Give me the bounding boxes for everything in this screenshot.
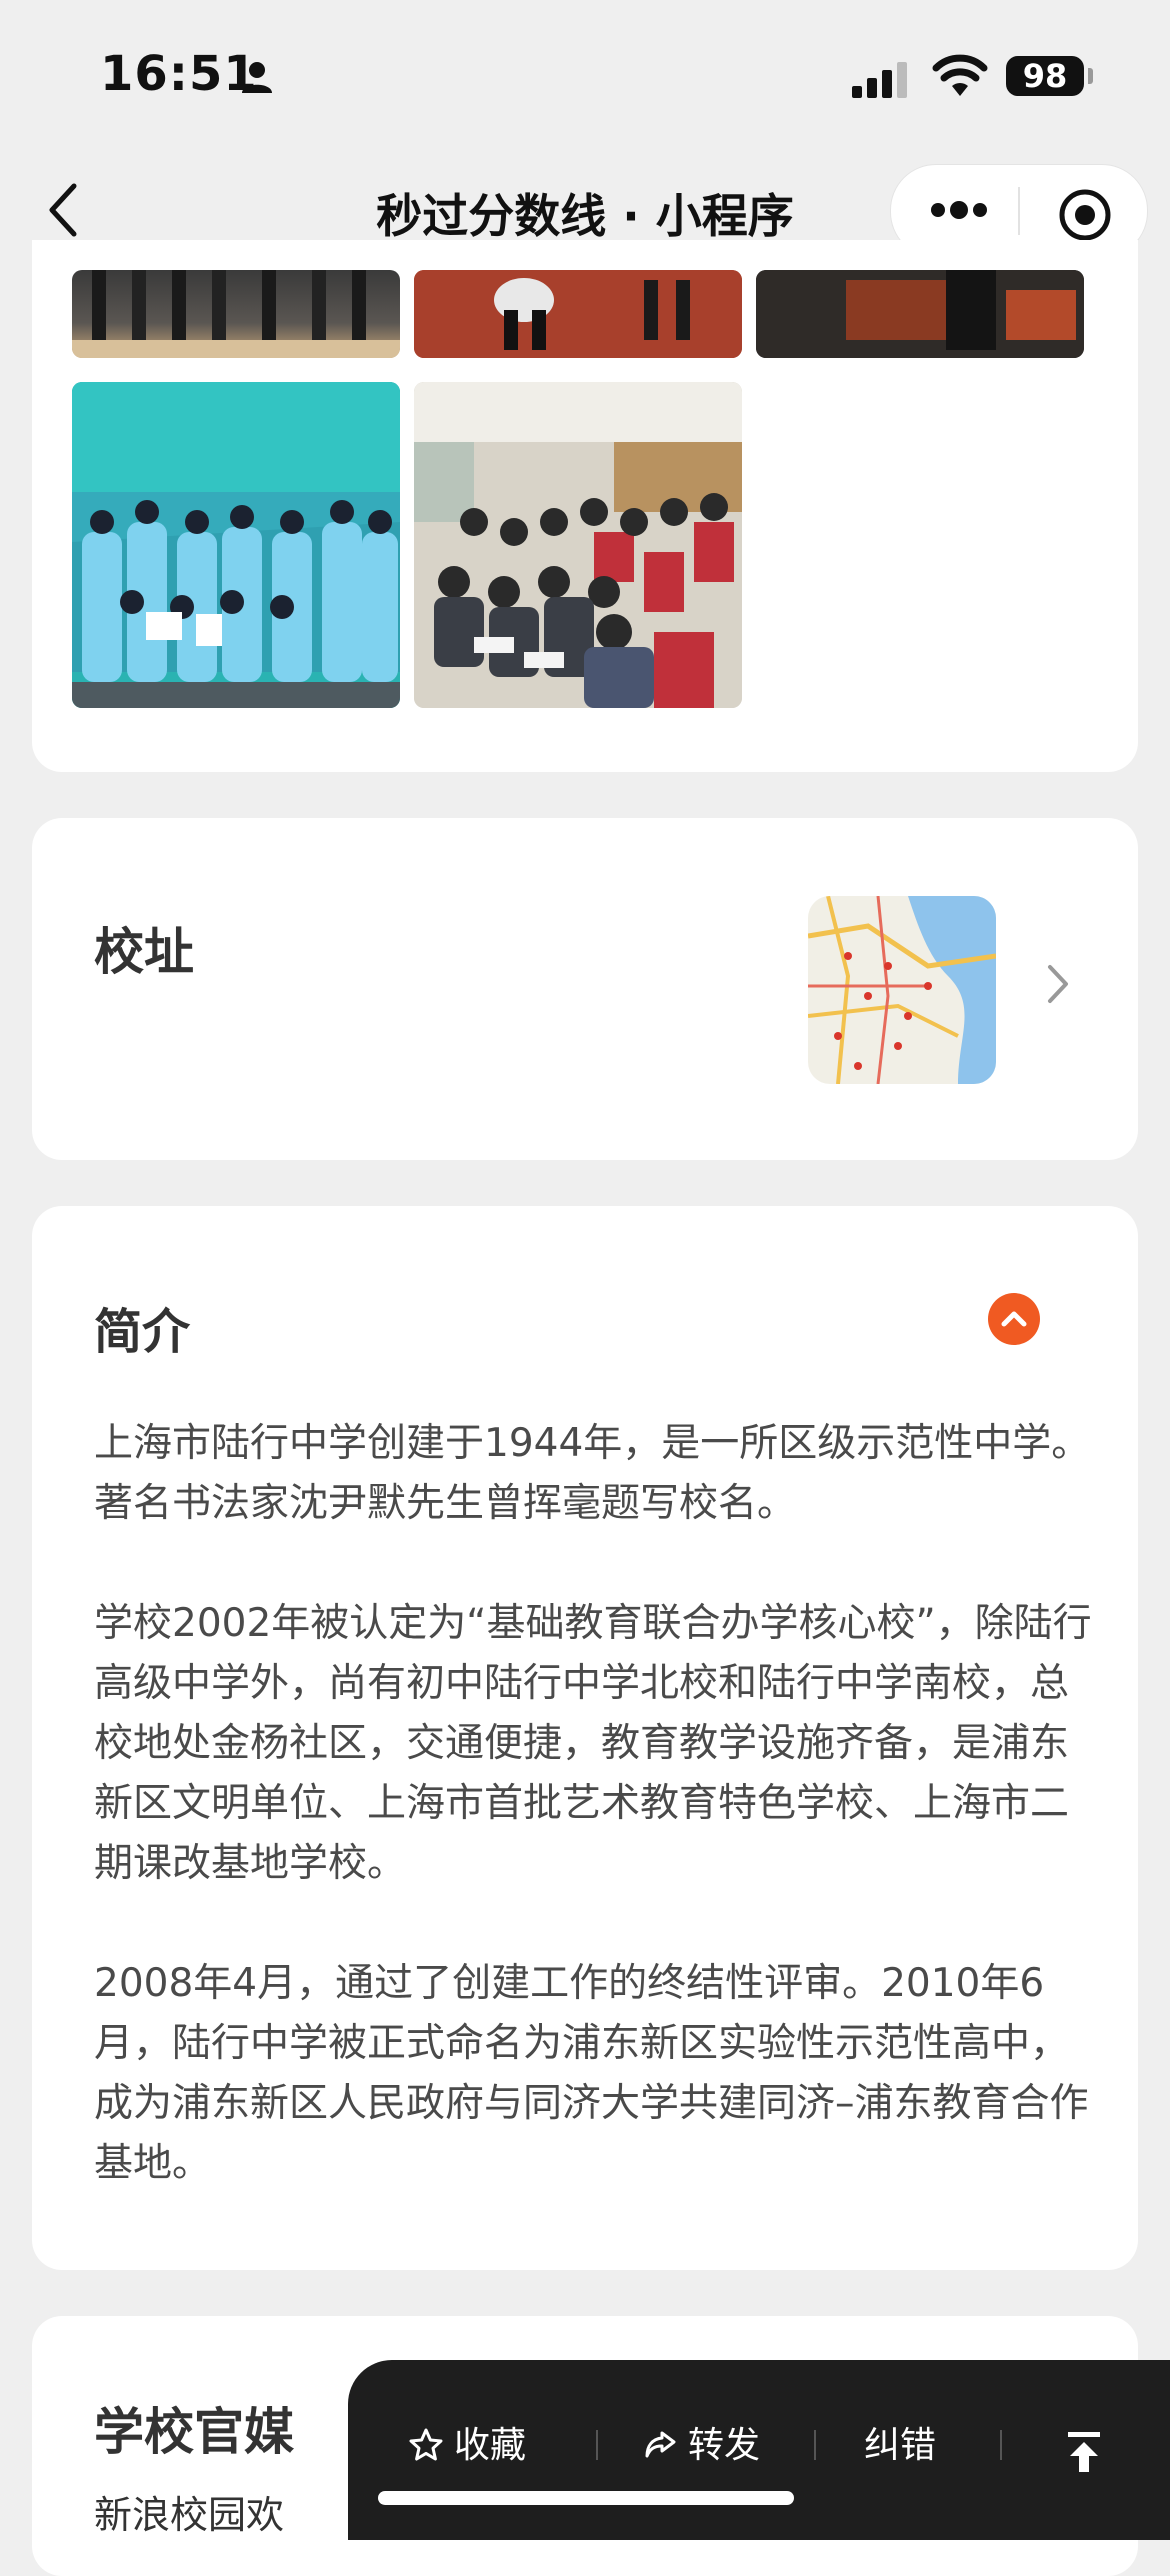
- intro-paragraph: 2008年4月，通过了创建工作的终结性评审。2010年6月，陆行中学被正式命名为…: [94, 1961, 1089, 2186]
- status-time: 16:51: [100, 46, 258, 102]
- capsule-divider: [1018, 187, 1020, 235]
- intro-body: 上海市陆行中学创建于1944年，是一所区级示范性中学。著名书法家沈尹默先生曾挥毫…: [94, 1414, 1104, 2254]
- media-list-item[interactable]: 新浪校园欢: [94, 2484, 284, 2539]
- gallery-photo-content: [72, 382, 400, 708]
- map-thumbnail[interactable]: [808, 896, 996, 1084]
- battery-indicator: 98: [1006, 56, 1084, 96]
- gallery-photo[interactable]: [414, 382, 742, 708]
- intro-title: 简介: [94, 1304, 191, 1360]
- gallery-photo-content: [414, 382, 742, 708]
- wifi-icon: [932, 54, 988, 96]
- bar-separator: [596, 2430, 598, 2460]
- intro-paragraph: 上海市陆行中学创建于1944年，是一所区级示范性中学。著名书法家沈尹默先生曾挥毫…: [94, 1421, 1091, 1526]
- gallery-photo[interactable]: [72, 382, 400, 708]
- star-icon: [409, 2428, 443, 2461]
- gallery-photo[interactable]: [414, 270, 742, 358]
- share-icon: [645, 2431, 676, 2458]
- share-label: 转发: [688, 2425, 761, 2466]
- collapse-button[interactable]: [988, 1293, 1040, 1345]
- gallery-photo[interactable]: [756, 270, 1084, 358]
- correct-label: 纠错: [864, 2425, 937, 2466]
- person-icon: [242, 62, 272, 93]
- intro-card: 简介 上海市陆行中学创建于1944年，是一所区级示范性中学。著名书法家沈尹默先生…: [32, 1206, 1138, 2270]
- bar-separator: [1000, 2430, 1002, 2460]
- mini-close-icon[interactable]: [1057, 187, 1113, 243]
- school-media-title: 学校官媒: [94, 2403, 294, 2461]
- gallery-photo-content: [414, 270, 742, 358]
- address-title: 校址: [94, 923, 194, 981]
- bottom-action-bar: 收藏 转发 纠错: [348, 2360, 1170, 2540]
- address-card[interactable]: 校址: [32, 818, 1138, 1160]
- map-image: [808, 896, 996, 1084]
- gallery-card: [32, 240, 1138, 772]
- more-icon[interactable]: [929, 195, 989, 225]
- share-button[interactable]: 转发: [642, 2418, 760, 2474]
- intro-paragraph: 学校2002年被认定为“基础教育联合办学核心校”，除陆行高级中学外，尚有初中陆行…: [94, 1601, 1092, 1886]
- chevron-right-icon[interactable]: [1046, 963, 1070, 1005]
- bar-separator: [814, 2430, 816, 2460]
- correct-button[interactable]: 纠错: [864, 2418, 936, 2474]
- gallery-photo[interactable]: [72, 270, 400, 358]
- chevron-up-icon: [1001, 1311, 1027, 1327]
- gallery-photo-content: [756, 270, 1084, 358]
- battery-tip: [1088, 68, 1093, 84]
- status-bar: 16:51 98: [0, 0, 1170, 150]
- favorite-label: 收藏: [454, 2425, 527, 2466]
- signal-icon: [852, 62, 907, 98]
- gallery-photo-content: [72, 270, 400, 358]
- favorite-button[interactable]: 收藏: [408, 2418, 526, 2474]
- home-indicator: [378, 2491, 794, 2505]
- back-to-top-icon[interactable]: [1064, 2424, 1104, 2480]
